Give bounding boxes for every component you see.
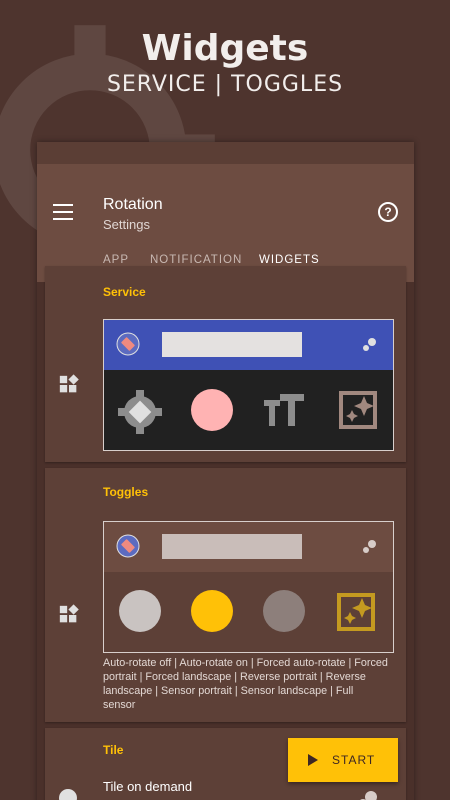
service-card-title: Service <box>103 285 146 299</box>
app-subtitle: Settings <box>103 217 150 232</box>
dots-icon <box>363 540 376 553</box>
toggles-description: Auto-rotate off | Auto-rotate on | Force… <box>103 657 388 711</box>
tile-on-demand-label: Tile on demand <box>103 779 193 794</box>
widgets-icon <box>59 374 79 393</box>
service-widget-preview[interactable] <box>103 319 394 451</box>
start-button[interactable]: START <box>288 738 398 782</box>
promo-subtitle: SERVICE | TOGGLES <box>106 72 344 97</box>
tab-app[interactable]: APP <box>103 254 129 266</box>
toggle-forced-circle-icon <box>263 590 305 632</box>
play-icon <box>308 754 318 766</box>
text-size-icon <box>264 394 304 426</box>
toggles-card-title: Toggles <box>103 485 149 499</box>
dots-icon <box>363 338 376 351</box>
widget-title-bar <box>162 332 302 357</box>
start-button-label: START <box>332 753 376 767</box>
widgets-icon <box>59 604 79 623</box>
rotation-app-icon <box>116 534 140 558</box>
service-card: Service <box>45 266 406 462</box>
color-circle-icon <box>191 389 233 431</box>
promo-title: Widgets <box>141 28 309 69</box>
toggles-widget-header <box>104 522 393 572</box>
help-icon[interactable]: ? <box>378 202 398 222</box>
service-widget-body <box>104 370 393 450</box>
menu-icon[interactable] <box>53 204 73 220</box>
toggle-on-circle-icon <box>191 590 233 632</box>
service-widget-header <box>104 320 393 370</box>
auto-rotate-icon <box>118 390 162 434</box>
rotation-app-icon <box>116 332 140 356</box>
toggles-widget-body <box>104 572 393 652</box>
app-bar: Rotation Settings ? APP NOTIFICATION WID… <box>37 164 414 282</box>
tab-widgets[interactable]: WIDGETS <box>259 254 320 266</box>
wallpaper-icon <box>339 391 377 429</box>
toggle-off-circle-icon <box>119 590 161 632</box>
wallpaper-icon <box>337 593 375 631</box>
tile-icon <box>59 789 77 800</box>
tab-notification[interactable]: NOTIFICATION <box>150 254 242 266</box>
status-bar <box>37 142 414 164</box>
widget-title-bar <box>162 534 302 559</box>
tile-card-title: Tile <box>103 743 124 757</box>
dots-icon[interactable] <box>355 788 379 800</box>
toggles-widget-preview[interactable] <box>103 521 394 653</box>
app-title: Rotation <box>103 196 163 213</box>
